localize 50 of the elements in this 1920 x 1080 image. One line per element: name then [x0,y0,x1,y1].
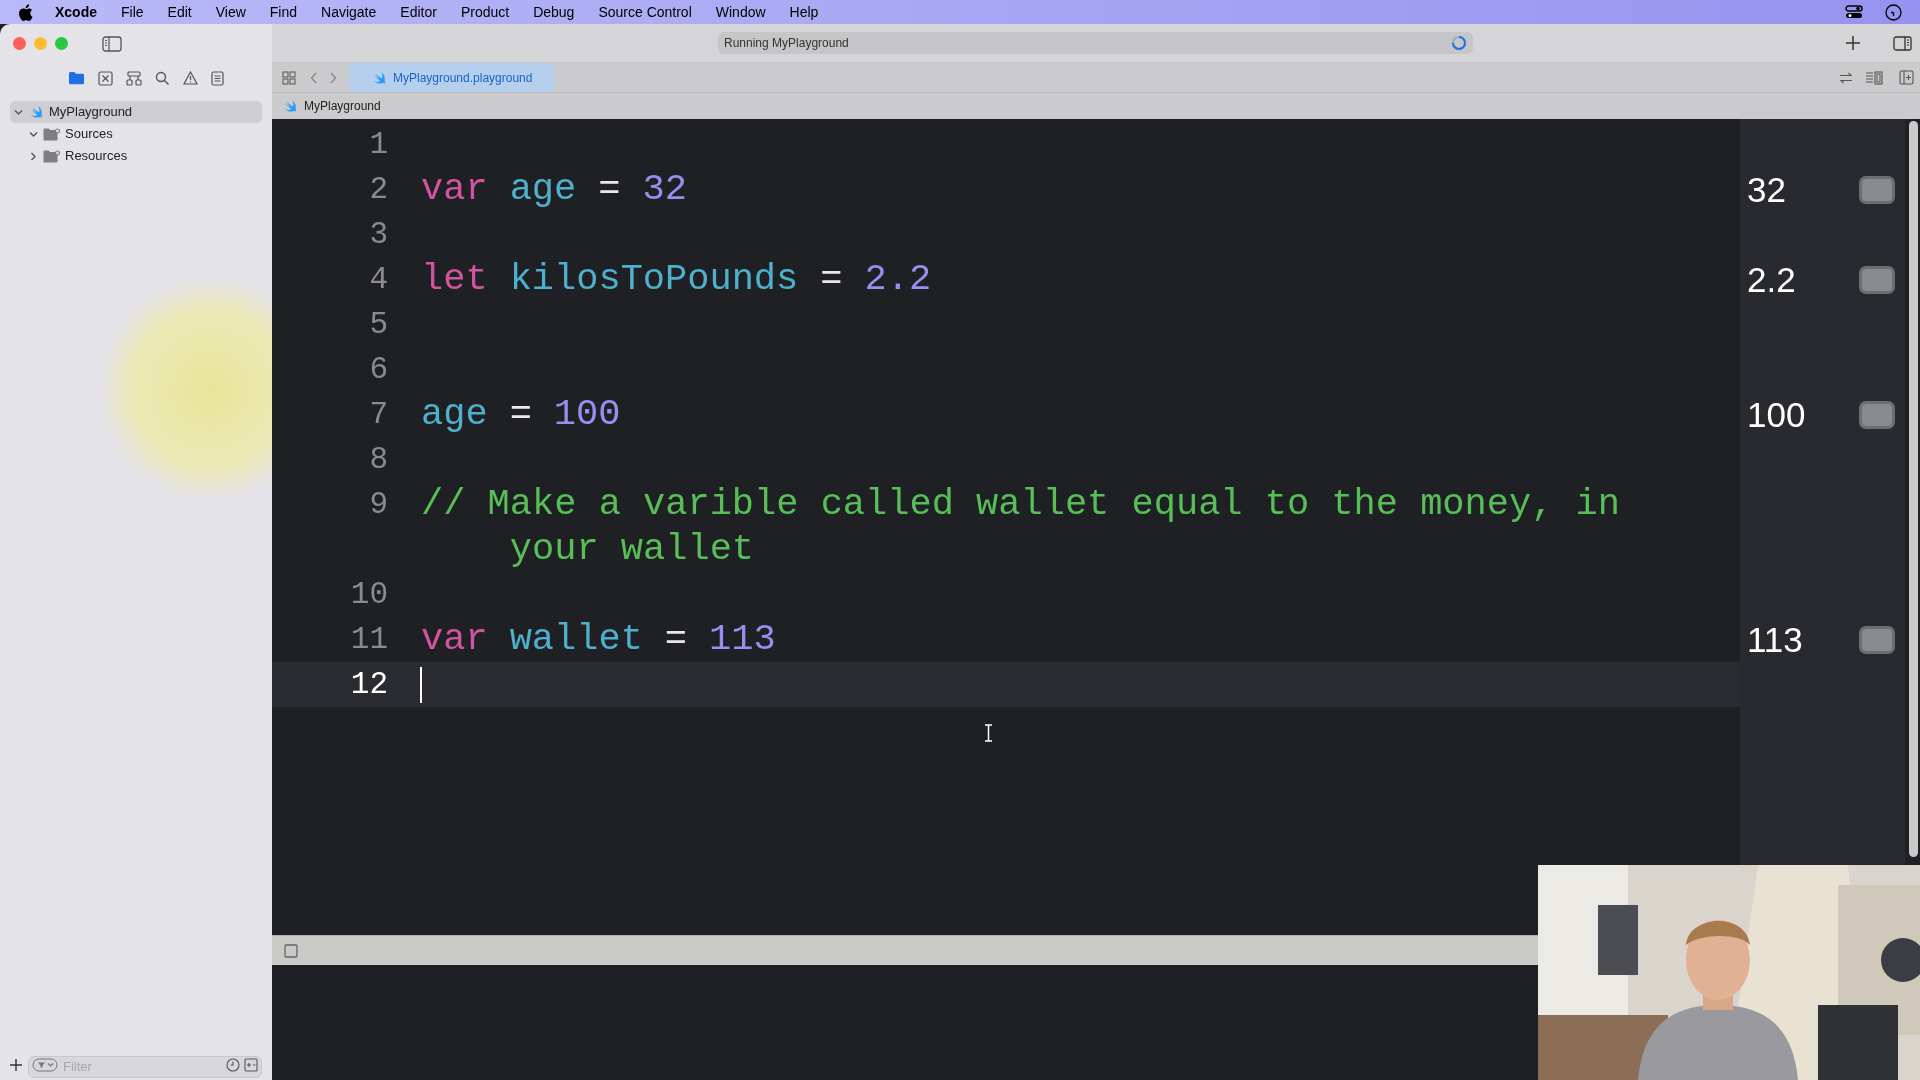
result-value: 32 [1747,169,1786,211]
editor-tab[interactable]: MyPlayground.playground [349,63,555,92]
code-token: let [421,257,488,302]
menu-item[interactable]: Editor [400,1,437,23]
code-token: wallet [509,617,643,662]
line-number: 3 [368,216,388,254]
line-number: 8 [368,441,388,479]
code-token: age [421,392,488,437]
breadcrumb[interactable]: MyPlayground [282,97,381,115]
menu-item[interactable]: Help [789,1,819,23]
code-token: var [421,617,488,662]
code-token: = [820,257,843,302]
line-number: 6 [368,351,388,389]
code-token: = [664,617,688,662]
activity-status: Running MyPlayground [724,35,849,52]
line-number: 5 [368,306,388,344]
menu-item[interactable]: Edit [167,1,192,23]
line-number: 10 [349,576,388,614]
line-number: 1 [368,126,388,164]
line-number: 11 [349,621,388,659]
menu-item[interactable]: Window [715,1,766,23]
code-token: 32 [642,167,687,212]
tree-item[interactable]: Resources [10,145,262,167]
menu-item[interactable]: File [121,1,144,23]
result-value: 2.2 [1747,259,1796,301]
app-menu[interactable]: Xcode [55,1,97,23]
code-token: 113 [709,617,776,662]
code-token: 100 [553,392,621,437]
line-number: 4 [368,261,388,299]
result-value: 113 [1747,619,1803,661]
menu-item[interactable]: Source Control [598,1,692,23]
result-value: 100 [1747,394,1806,436]
menu-item[interactable]: Product [460,1,510,23]
menu-item[interactable]: Navigate [321,1,377,23]
menu-item[interactable]: View [215,1,246,23]
line-number: 12 [349,666,388,704]
line-number: 2 [368,171,388,209]
line-number: 9 [368,486,388,524]
code-token: = [509,392,532,437]
line-number: 7 [368,396,388,434]
code-token: var [421,167,488,212]
code-token: kilosToPounds [509,257,799,302]
code-token: 2.2 [864,257,932,302]
menu-item[interactable]: Find [269,1,298,23]
code-comment: // Make a varible called wallet equal to the money, in your wallet [421,482,1621,572]
tree-item[interactable]: MyPlayground [10,101,262,123]
code-token: age [509,167,577,212]
code-token: = [598,167,621,212]
tree-item[interactable]: Sources [10,123,262,145]
menu-item[interactable]: Debug [533,1,575,23]
